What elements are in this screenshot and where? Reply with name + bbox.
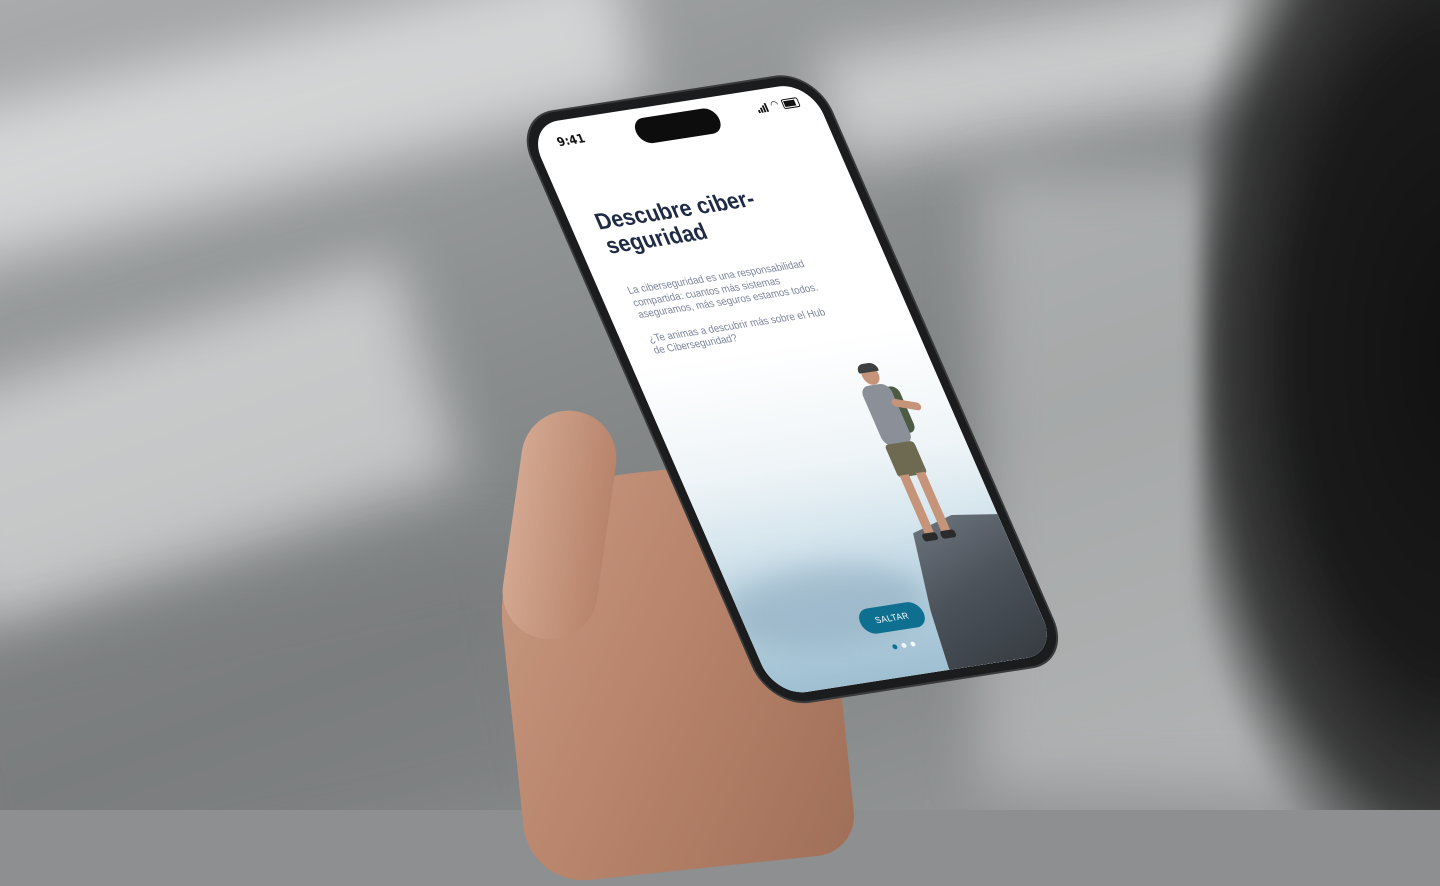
pager-dot[interactable] — [891, 644, 899, 650]
dynamic-island — [630, 106, 725, 145]
photo-hiker — [838, 360, 981, 553]
onboarding-title: Descubre ciber-seguridad — [590, 184, 759, 259]
hiker-shoe — [921, 531, 940, 542]
status-icons: ◠ — [755, 97, 801, 114]
hero-photo — [632, 324, 1058, 697]
phone-frame: 9:41 ◠ Descubre ciber-seguridad La ciber… — [515, 71, 1070, 707]
phone-mockup: 9:41 ◠ Descubre ciber-seguridad La ciber… — [0, 0, 1440, 810]
wifi-icon: ◠ — [768, 99, 781, 112]
battery-icon — [780, 97, 801, 110]
status-time: 9:41 — [554, 131, 588, 150]
phone-screen: 9:41 ◠ Descubre ciber-seguridad La ciber… — [526, 81, 1058, 697]
pager-dot[interactable] — [900, 642, 908, 649]
signal-icon — [755, 102, 770, 114]
hiker-shoe — [939, 529, 958, 540]
